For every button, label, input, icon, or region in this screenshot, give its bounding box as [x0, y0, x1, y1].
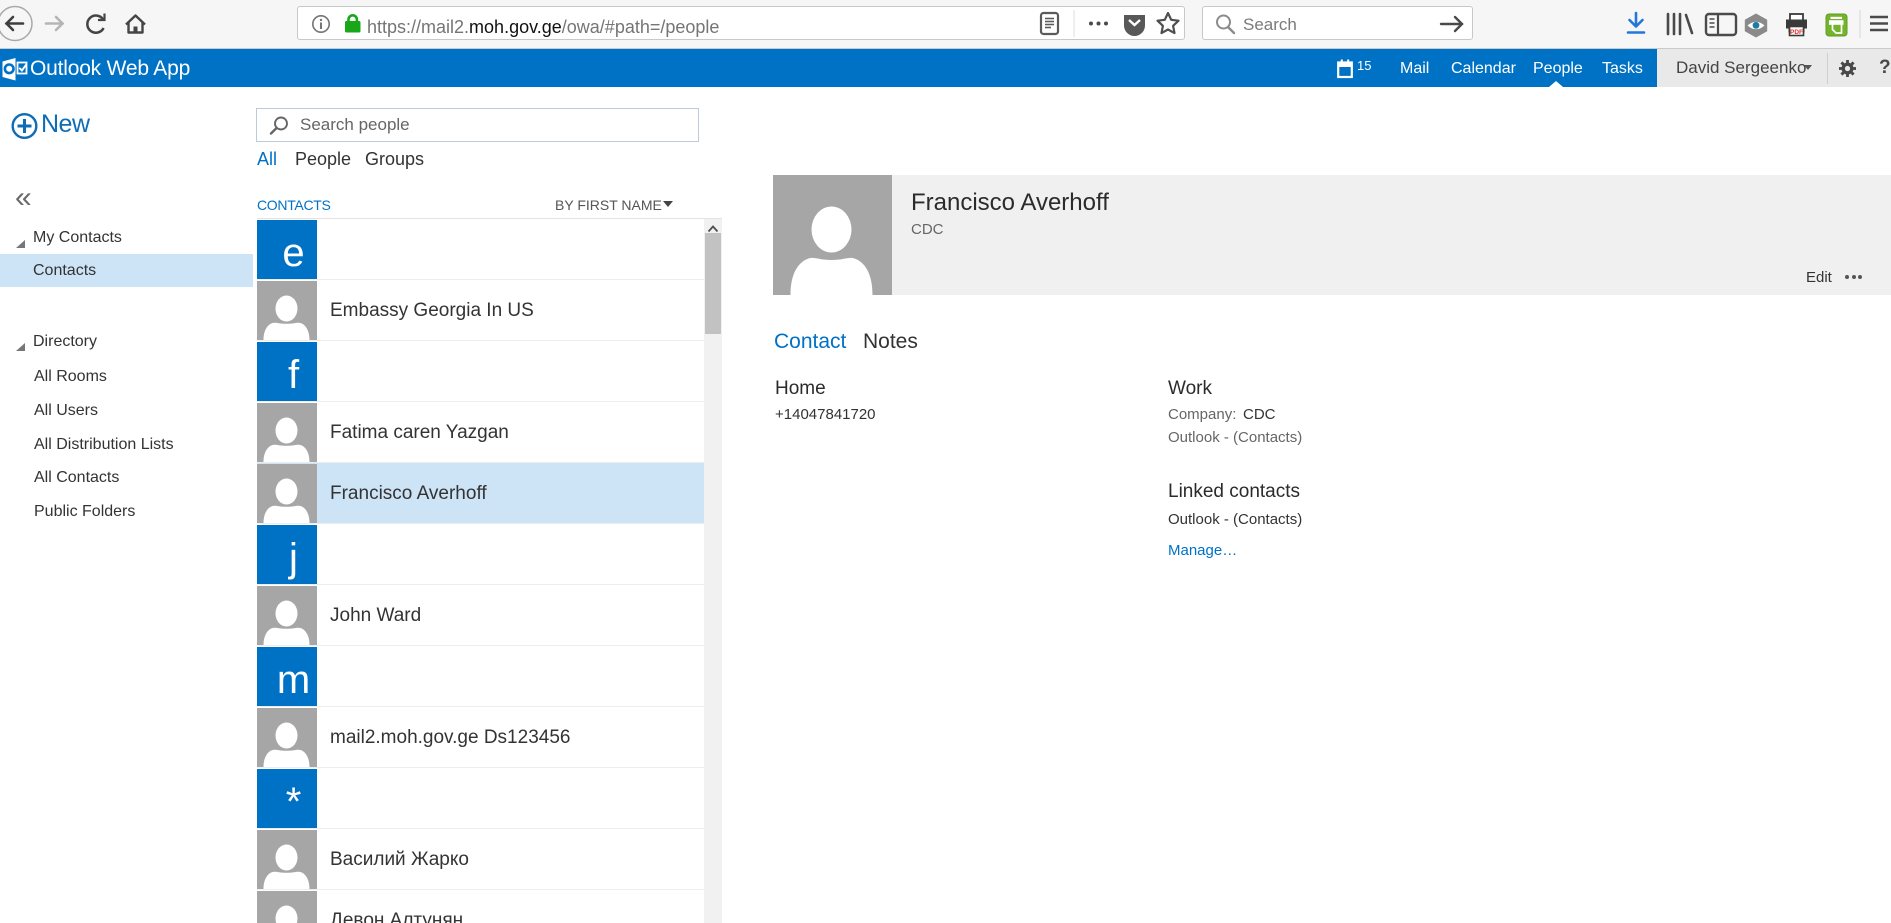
svg-text:PDF: PDF [1790, 29, 1803, 36]
